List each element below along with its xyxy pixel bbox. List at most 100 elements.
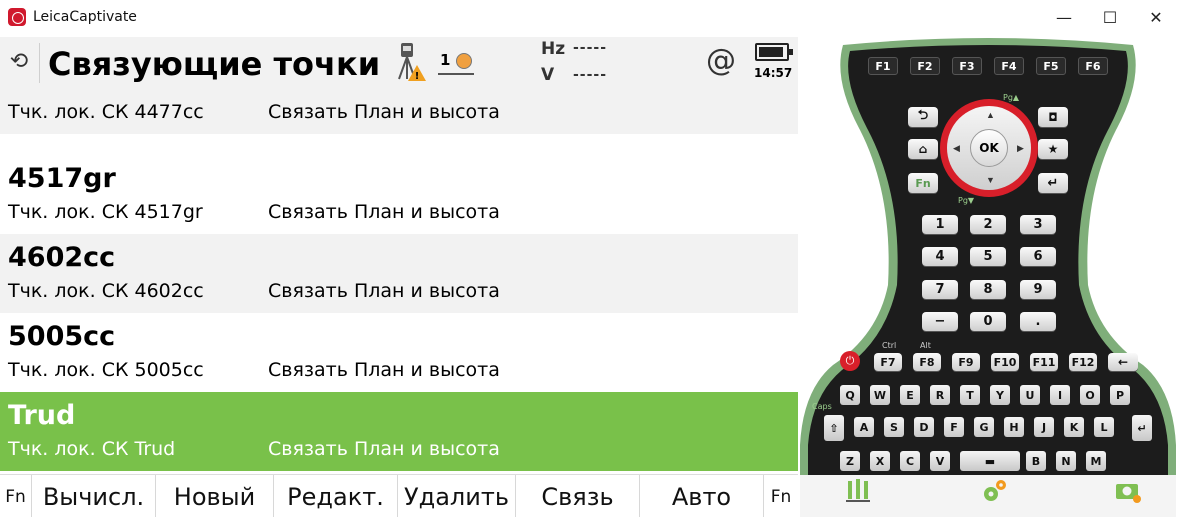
key-g[interactable]: G xyxy=(974,417,994,437)
shift-up-icon[interactable]: ⇧ xyxy=(824,415,844,441)
keypad-backspace-icon[interactable]: ← xyxy=(1108,353,1138,371)
keypad-f12[interactable]: F12 xyxy=(1069,353,1097,371)
keypad-key-3[interactable]: 3 xyxy=(1020,215,1056,234)
key-i[interactable]: I xyxy=(1050,385,1070,405)
close-button[interactable]: ✕ xyxy=(1133,0,1179,35)
auto-button[interactable]: Авто xyxy=(640,475,764,517)
key-u[interactable]: U xyxy=(1020,385,1040,405)
keypad-key-dot[interactable]: . xyxy=(1020,312,1056,331)
list-item[interactable]: 5005cc Тчк. лок. СК 5005cc Связать План … xyxy=(0,313,798,392)
keypad-f3[interactable]: F3 xyxy=(952,57,982,75)
list-item[interactable]: 4517gr Тчк. лок. СК 4517gr Связать План … xyxy=(0,155,798,234)
keypad-key-minus[interactable]: − xyxy=(922,312,958,331)
key-c[interactable]: C xyxy=(900,451,920,471)
keypad-fn-key[interactable]: Fn xyxy=(908,173,938,193)
at-icon[interactable]: @ xyxy=(706,43,736,78)
keypad-f8[interactable]: F8 xyxy=(913,353,941,371)
key-h[interactable]: H xyxy=(1004,417,1024,437)
keypad-home-icon[interactable]: ⌂ xyxy=(908,139,938,159)
keypad-key-6[interactable]: 6 xyxy=(1020,247,1056,266)
dpad-down-icon[interactable]: ▼ xyxy=(986,175,995,185)
keypad-key-7[interactable]: 7 xyxy=(922,280,958,299)
key-j[interactable]: J xyxy=(1034,417,1054,437)
dpad-up-icon[interactable]: ▲ xyxy=(986,110,995,120)
prism-baseline xyxy=(438,73,474,75)
dpad-ok-button[interactable]: OK xyxy=(970,129,1008,167)
prism-number: 1 xyxy=(440,51,451,69)
key-t[interactable]: T xyxy=(960,385,980,405)
keypad-return-icon[interactable]: ↵ xyxy=(1132,415,1152,441)
key-l[interactable]: L xyxy=(1094,417,1114,437)
point-action: Связать План и высота xyxy=(268,101,500,123)
new-button[interactable]: Новый xyxy=(156,475,274,517)
key-a[interactable]: A xyxy=(854,417,874,437)
instrument-warning-icon[interactable]: ! xyxy=(393,41,427,83)
keypad-enter-icon[interactable]: ↵ xyxy=(1038,173,1068,193)
list-item-selected[interactable]: Trud Тчк. лок. СК Trud Связать План и вы… xyxy=(0,392,798,471)
keypad-key-1[interactable]: 1 xyxy=(922,215,958,234)
camera-icon[interactable] xyxy=(1114,477,1142,505)
keypad-key-4[interactable]: 4 xyxy=(922,247,958,266)
key-w[interactable]: W xyxy=(870,385,890,405)
keypad-dpad[interactable]: ▲ ▼ ◀ ▶ OK xyxy=(940,99,1038,197)
keypad-key-5[interactable]: 5 xyxy=(970,247,1006,266)
maximize-button[interactable]: ☐ xyxy=(1087,0,1133,35)
key-d[interactable]: D xyxy=(914,417,934,437)
point-name: 4477cc xyxy=(8,88,115,94)
key-r[interactable]: R xyxy=(930,385,950,405)
key-s[interactable]: S xyxy=(884,417,904,437)
link-button[interactable]: Связь xyxy=(516,475,640,517)
key-o[interactable]: O xyxy=(1080,385,1100,405)
keypad-f5[interactable]: F5 xyxy=(1036,57,1066,75)
key-z[interactable]: Z xyxy=(840,451,860,471)
back-icon[interactable]: ⟲ xyxy=(6,47,32,77)
compute-button[interactable]: Вычисл. xyxy=(32,475,156,517)
caps-label: Caps xyxy=(812,402,832,411)
fn-key-right[interactable]: Fn xyxy=(764,475,798,517)
key-p[interactable]: P xyxy=(1110,385,1130,405)
key-y[interactable]: Y xyxy=(990,385,1010,405)
keypad-f2[interactable]: F2 xyxy=(910,57,940,75)
minimize-button[interactable]: — xyxy=(1041,0,1087,35)
key-n[interactable]: N xyxy=(1056,451,1076,471)
keypad-f11[interactable]: F11 xyxy=(1030,353,1058,371)
key-k[interactable]: K xyxy=(1064,417,1084,437)
keypad-key-2[interactable]: 2 xyxy=(970,215,1006,234)
prism-indicator[interactable]: 1 xyxy=(438,51,478,77)
keypad-f7[interactable]: F7 xyxy=(874,353,902,371)
window-title: LeicaCaptivate xyxy=(33,9,137,25)
key-v[interactable]: V xyxy=(930,451,950,471)
keypad-star-icon[interactable]: ★ xyxy=(1038,139,1068,159)
keypad-key-8[interactable]: 8 xyxy=(970,280,1006,299)
v-label: V xyxy=(541,65,555,85)
key-e[interactable]: E xyxy=(900,385,920,405)
keypad-f9[interactable]: F9 xyxy=(952,353,980,371)
keypad-key-9[interactable]: 9 xyxy=(1020,280,1056,299)
keypad-back-icon[interactable]: ⮌ xyxy=(908,107,938,127)
keypad-key-0[interactable]: 0 xyxy=(970,312,1006,331)
delete-button[interactable]: Удалить xyxy=(398,475,516,517)
point-action: Связать План и высота xyxy=(268,438,500,460)
fn-key-left[interactable]: Fn xyxy=(0,475,32,517)
settings-gears-icon[interactable] xyxy=(980,477,1008,505)
dpad-left-icon[interactable]: ◀ xyxy=(953,143,960,154)
edit-button[interactable]: Редакт. xyxy=(274,475,398,517)
keypad-f6[interactable]: F6 xyxy=(1078,57,1108,75)
pencil-tools-icon[interactable] xyxy=(844,477,872,505)
point-action: Связать План и высота xyxy=(268,201,500,223)
key-m[interactable]: M xyxy=(1086,451,1106,471)
spacebar-icon[interactable]: ▬ xyxy=(960,451,1020,471)
keypad-f10[interactable]: F10 xyxy=(991,353,1019,371)
key-f[interactable]: F xyxy=(944,417,964,437)
keypad-f1[interactable]: F1 xyxy=(868,57,898,75)
keypad-camera-icon[interactable]: ◘ xyxy=(1038,107,1068,127)
list-item[interactable]: 4477cc Тчк. лок. СК 4477cc Связать План … xyxy=(0,88,798,134)
list-item[interactable]: 4602cc Тчк. лок. СК 4602cc Связать План … xyxy=(0,234,798,313)
dpad-right-icon[interactable]: ▶ xyxy=(1017,143,1024,154)
point-name: 4602cc xyxy=(8,242,116,273)
keypad-f4[interactable]: F4 xyxy=(994,57,1024,75)
power-icon[interactable]: ⏻ xyxy=(840,351,860,371)
key-x[interactable]: X xyxy=(870,451,890,471)
key-q[interactable]: Q xyxy=(840,385,860,405)
key-b[interactable]: B xyxy=(1026,451,1046,471)
